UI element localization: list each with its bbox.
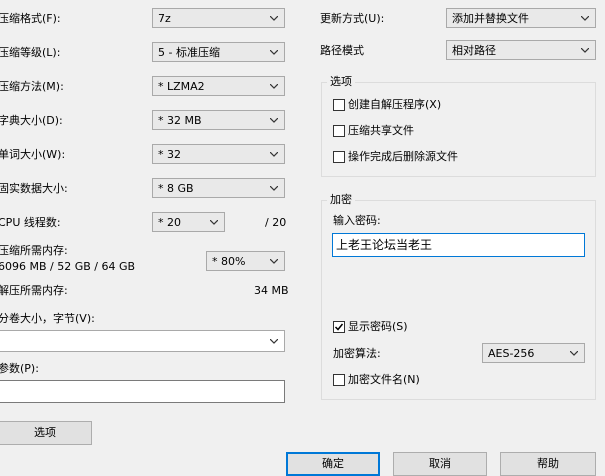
threads-label: CPU 线程数: xyxy=(0,216,61,229)
update-select-value: 添加并替换文件 xyxy=(452,12,529,25)
mem-comp-detail: 6096 MB / 52 GB / 64 GB xyxy=(0,260,136,273)
mem-decomp-value: 34 MB xyxy=(254,284,289,297)
show-password-label: 显示密码(S) xyxy=(348,320,408,333)
word-label: 单词大小(W): xyxy=(0,148,66,161)
word-select-value: * 32 xyxy=(158,148,181,161)
method-select[interactable]: * LZMA2 xyxy=(152,76,285,96)
solid-label: 固实数据大小: xyxy=(0,182,68,195)
mem-comp-select-value: * 80% xyxy=(212,255,246,268)
path-select[interactable]: 相对路径 xyxy=(446,40,596,60)
format-label: 压缩格式(F): xyxy=(0,12,61,25)
chevron-down-icon xyxy=(270,16,278,21)
params-label: 参数(P): xyxy=(0,362,39,375)
format-select[interactable]: 7z xyxy=(152,8,285,28)
chevron-down-icon xyxy=(210,220,218,225)
ok-button[interactable]: 确定 xyxy=(286,452,380,476)
mem-decomp-label: 解压所需内存: xyxy=(0,284,68,297)
threads-select-value: * 20 xyxy=(158,216,181,229)
solid-select[interactable]: * 8 GB xyxy=(152,178,285,198)
chevron-down-icon xyxy=(270,259,278,264)
update-label: 更新方式(U): xyxy=(320,12,385,25)
format-select-value: 7z xyxy=(158,12,171,25)
sfx-checkbox[interactable] xyxy=(333,99,345,111)
dict-select-value: * 32 MB xyxy=(158,114,202,127)
chevron-down-icon xyxy=(270,118,278,123)
encrypt-names-checkbox[interactable] xyxy=(333,374,345,386)
cancel-button[interactable]: 取消 xyxy=(393,452,487,476)
chevron-down-icon xyxy=(570,351,578,356)
delete-source-label: 操作完成后删除源文件 xyxy=(348,150,458,163)
path-label: 路径模式 xyxy=(320,44,364,57)
delete-source-checkbox[interactable] xyxy=(333,151,345,163)
sfx-label: 创建自解压程序(X) xyxy=(348,98,442,111)
chevron-down-icon xyxy=(581,48,589,53)
level-label: 压缩等级(L): xyxy=(0,46,61,59)
enc-method-select-value: AES-256 xyxy=(488,347,535,360)
path-select-value: 相对路径 xyxy=(452,44,496,57)
threads-select[interactable]: * 20 xyxy=(152,212,225,232)
checkmark-icon xyxy=(334,323,344,331)
chevron-down-icon xyxy=(270,339,278,344)
method-select-value: * LZMA2 xyxy=(158,80,205,93)
dict-select[interactable]: * 32 MB xyxy=(152,110,285,130)
level-select[interactable]: 5 - 标准压缩 xyxy=(152,42,285,62)
show-password-checkbox[interactable] xyxy=(333,321,345,333)
level-select-value: 5 - 标准压缩 xyxy=(158,46,220,59)
enc-method-select[interactable]: AES-256 xyxy=(482,343,585,363)
options-group-title: 选项 xyxy=(327,75,355,88)
encryption-group xyxy=(321,200,596,400)
mem-comp-label: 压缩所需内存: xyxy=(0,244,68,257)
volume-label: 分卷大小，字节(V): xyxy=(0,312,95,325)
enc-method-label: 加密算法: xyxy=(333,347,381,360)
chevron-down-icon xyxy=(270,50,278,55)
volume-input[interactable] xyxy=(0,330,285,352)
word-select[interactable]: * 32 xyxy=(152,144,285,164)
threads-total: / 20 xyxy=(265,216,287,229)
encryption-group-title: 加密 xyxy=(327,193,355,206)
params-input[interactable] xyxy=(0,380,285,403)
chevron-down-icon xyxy=(270,152,278,157)
shared-label: 压缩共享文件 xyxy=(348,124,414,137)
chevron-down-icon xyxy=(581,16,589,21)
chevron-down-icon xyxy=(270,84,278,89)
update-select[interactable]: 添加并替换文件 xyxy=(446,8,596,28)
chevron-down-icon xyxy=(270,186,278,191)
mem-comp-select[interactable]: * 80% xyxy=(206,251,285,271)
shared-checkbox[interactable] xyxy=(333,125,345,137)
password-input[interactable]: 上老王论坛当老王 xyxy=(332,233,585,257)
help-button[interactable]: 帮助 xyxy=(500,452,596,476)
password-label: 输入密码: xyxy=(333,214,381,227)
options-button[interactable]: 选项 xyxy=(0,421,92,445)
encrypt-names-label: 加密文件名(N) xyxy=(348,373,420,386)
method-label: 压缩方法(M): xyxy=(0,80,64,93)
solid-select-value: * 8 GB xyxy=(158,182,194,195)
password-input-value: 上老王论坛当老王 xyxy=(336,238,433,252)
dict-label: 字典大小(D): xyxy=(0,114,63,127)
